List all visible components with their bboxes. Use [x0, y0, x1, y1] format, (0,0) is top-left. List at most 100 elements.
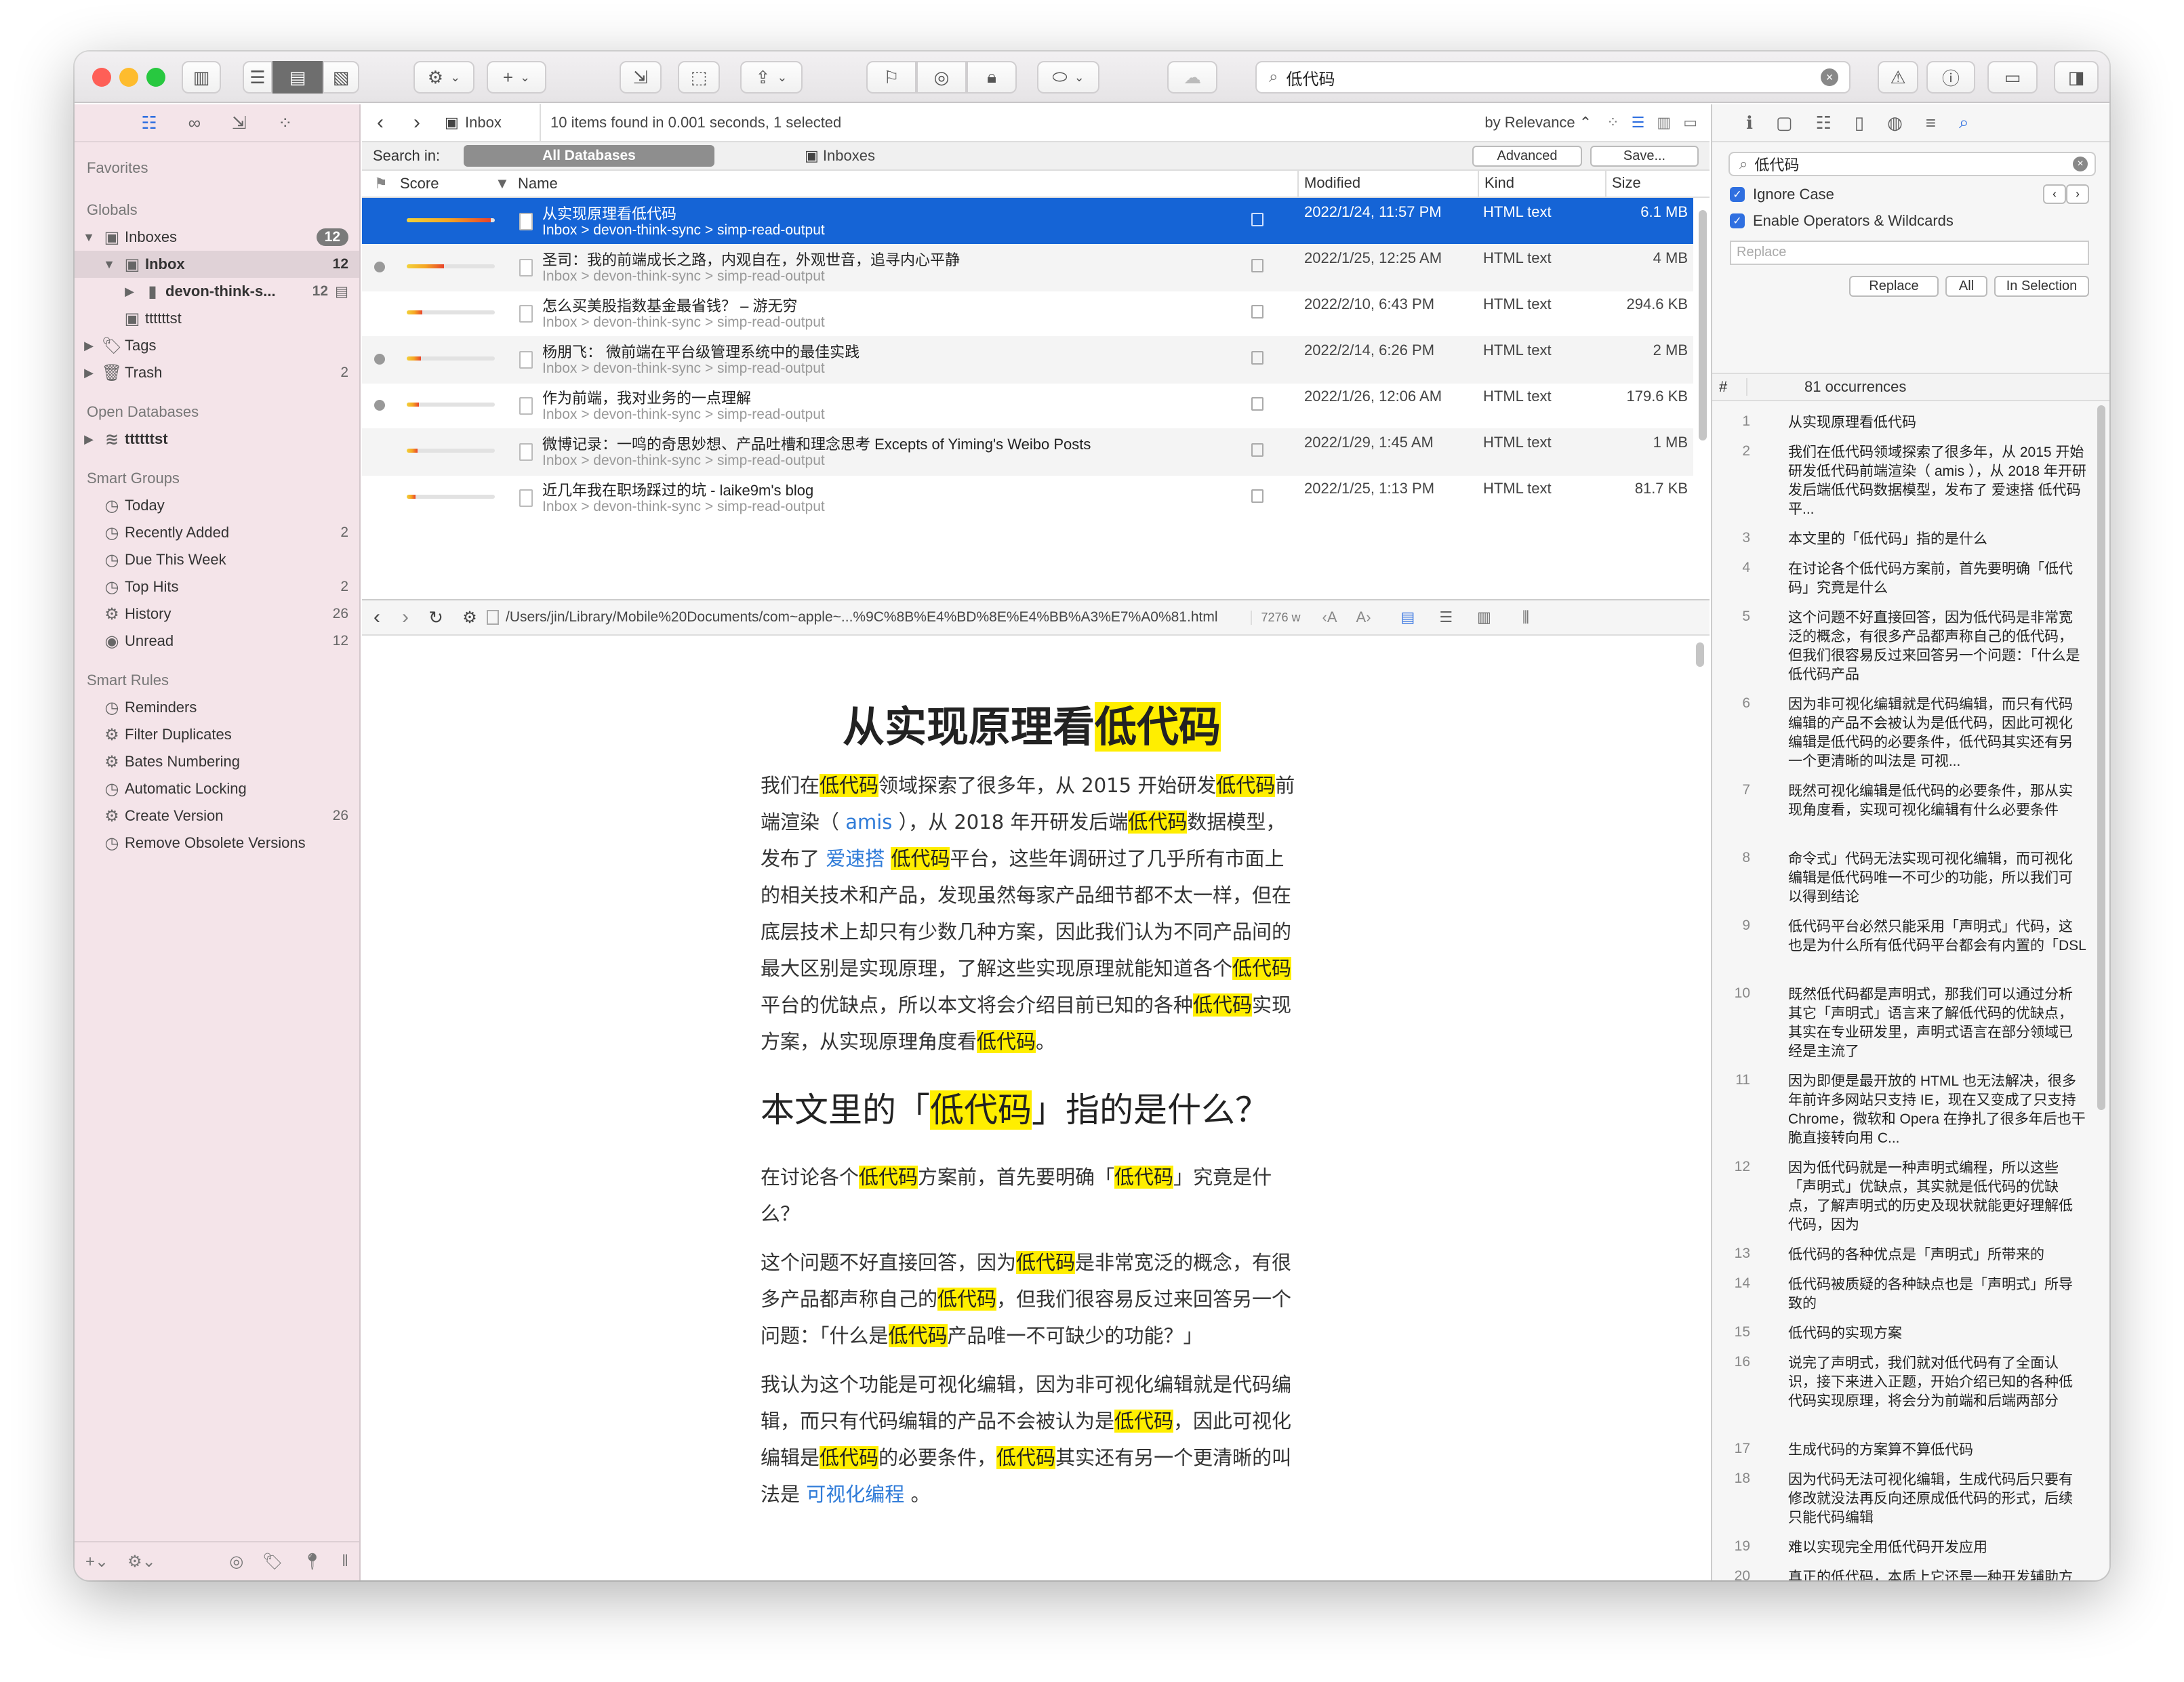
list-view-icon[interactable]: ☰: [1632, 114, 1645, 131]
inspector-toggle-button[interactable]: ◨: [2054, 61, 2099, 94]
column-name[interactable]: Name: [518, 175, 558, 192]
sort-menu[interactable]: by Relevance ⌃: [1484, 114, 1592, 131]
sidebar-item-recently-added[interactable]: ◷ Recently Added 2: [75, 519, 359, 546]
occurrence-item[interactable]: 10 既然低代码都是声明式，那我们可以通过分析其它「声明式」语言来了解低代码的优缺…: [1712, 985, 2099, 1061]
occurrence-item[interactable]: 20 真正的低代码，本质上它还是一种开发辅助方式，一种高级点的脚手架工具，和大部分…: [1712, 1568, 2099, 1580]
occurrence-item[interactable]: 11 因为即便是最开放的 HTML 也无法解决，很多年前许多网站只支持 IE，现在…: [1712, 1072, 2099, 1148]
occurrence-item[interactable]: 18 因为代码无法可视化编辑，生成代码后只要有修改就没法再反向还原成低代码的形式，…: [1712, 1471, 2099, 1527]
forward-icon[interactable]: ›: [392, 606, 419, 629]
zoom-window-button[interactable]: [146, 68, 165, 87]
occurrence-item[interactable]: 4 在讨论各个低代码方案前，首先要明确「低代码」究竟是什么: [1712, 560, 2099, 598]
occurrence-item[interactable]: 8 命令式」代码无法实现可视化编辑，而可视化编辑是低代码唯一不可少的功能，所以我们…: [1712, 850, 2099, 907]
minimize-window-button[interactable]: [119, 68, 138, 87]
share-button[interactable]: ⇪ ⌄: [740, 61, 803, 94]
occurrence-item[interactable]: 1 从实现原理看低代码: [1712, 413, 2099, 432]
info-icon[interactable]: ℹ: [1746, 112, 1753, 134]
search-icon[interactable]: ⌕: [1959, 112, 1969, 134]
occurrence-item[interactable]: 19 难以实现完全用低代码开发应用: [1712, 1538, 2099, 1557]
sidebar-item-unread[interactable]: ◉ Unread 12: [75, 628, 359, 655]
replace-field[interactable]: Replace: [1730, 241, 2089, 265]
more-icon[interactable]: ⁘: [278, 112, 293, 134]
occurrence-item[interactable]: 9 低代码平台必然只能采用「声明式」代码，这也是为什么所有低代码平台都会有内置的「…: [1712, 918, 2099, 975]
occurrence-item[interactable]: 12 因为低代码就是一种声明式编程，所以这些「声明式」优缺点，其实就是低代码的优缺…: [1712, 1159, 2099, 1235]
replace-in-selection-button[interactable]: In Selection: [1994, 276, 2089, 297]
import-tray-icon[interactable]: ⇲: [232, 112, 247, 134]
operators-checkbox[interactable]: ✓ Enable Operators & Wildcards: [1730, 212, 2109, 230]
document-search-field[interactable]: ⌕ 低代码 ×: [1728, 152, 2096, 176]
scope-all-databases[interactable]: All Databases: [464, 145, 714, 167]
reading-glasses-icon[interactable]: ∞: [188, 112, 201, 134]
clear-search-icon[interactable]: ×: [2073, 157, 2088, 171]
sidebar-item-devon-think-sync[interactable]: ▶ ▮ devon-think-s... 12 ▤: [75, 278, 359, 305]
sync-button[interactable]: ☁: [1167, 61, 1217, 94]
table-row[interactable]: 杨朋飞： 微前端在平台级管理系统中的最佳实践 Inbox > devon-thin…: [362, 336, 1693, 384]
back-icon[interactable]: ‹: [362, 111, 399, 134]
sidebar-item-create-version[interactable]: ⚙ Create Version 26: [75, 802, 359, 829]
occurrence-item[interactable]: 6 因为非可视化编辑就是代码编辑，而只有代码编辑的产品不会被认为是低代码，因此可视…: [1712, 695, 2099, 771]
occurrence-item[interactable]: 14 低代码被质疑的各种缺点也是「声明式」所导致的: [1712, 1275, 2099, 1313]
flag-column-icon[interactable]: ⚑: [374, 175, 388, 192]
mark-icon[interactable]: ◎: [229, 1552, 243, 1572]
table-row[interactable]: 从实现原理看低代码 Inbox > devon-think-sync > simp…: [362, 198, 1693, 245]
disclosure-open-icon[interactable]: ▼: [99, 258, 119, 272]
label-button[interactable]: ⬭ ⌄: [1037, 61, 1099, 94]
back-icon[interactable]: ‹: [362, 606, 392, 629]
occurrence-item[interactable]: 3 本文里的「低代码」指的是什么: [1712, 530, 2099, 549]
disclosure-open-icon[interactable]: ▼: [79, 230, 99, 245]
advanced-button[interactable]: Advanced: [1472, 145, 1582, 167]
sidebar-item-ttttttst-inbox[interactable]: ▣ ttttttst: [75, 305, 359, 332]
scope-inboxes[interactable]: ▣ Inboxes: [714, 147, 965, 165]
sidebar-item-reminders[interactable]: ◷ Reminders: [75, 694, 359, 721]
sidebar-item-inbox[interactable]: ▼ ▣ Inbox 12: [75, 251, 359, 278]
next-icon[interactable]: ›: [2066, 184, 2089, 204]
reader-view-icon[interactable]: ▤: [1401, 609, 1415, 626]
concordance-icon[interactable]: ◍: [1887, 112, 1903, 134]
two-page-icon[interactable]: ▥: [1477, 609, 1491, 626]
occurrence-item[interactable]: 16 说完了声明式，我们就对低代码有了全面认识，接下来进入正题，开始介绍已知的各种…: [1712, 1354, 2099, 1430]
sidebar-item-trash[interactable]: ▶ 🗑︎ Trash 2: [75, 359, 359, 386]
table-row[interactable]: 圣司：我的前端成长之路，内观自在，外观世音，追寻内心平静 Inbox > devo…: [362, 244, 1693, 291]
disclosure-closed-icon[interactable]: ▶: [119, 285, 140, 299]
close-window-button[interactable]: [92, 68, 111, 87]
column-view-icon[interactable]: ▥: [1657, 114, 1671, 131]
new-item-button[interactable]: + ⌄: [487, 61, 546, 94]
sidebar-item-bates-numbering[interactable]: ⚙ Bates Numbering: [75, 748, 359, 775]
disclosure-closed-icon[interactable]: ▶: [79, 339, 99, 353]
view-columns-button[interactable]: ▧: [323, 61, 359, 94]
replace-button[interactable]: Replace: [1849, 276, 1939, 297]
sidebar-toggle-button[interactable]: ▥: [182, 61, 221, 94]
outline-icon[interactable]: ☷: [1815, 112, 1831, 134]
gear-icon[interactable]: ⚙⌄: [127, 1552, 156, 1572]
gear-icon[interactable]: ⚙: [453, 608, 487, 628]
link-amis[interactable]: amis: [845, 811, 892, 834]
sidebar-item-database-ttttttst[interactable]: ▶ ≋ ttttttst: [75, 426, 359, 453]
list-scrollbar[interactable]: [1699, 210, 1707, 440]
action-menu-button[interactable]: ⚙ ⌄: [413, 61, 474, 94]
replace-all-button[interactable]: All: [1945, 276, 1987, 297]
add-icon[interactable]: +⌄: [85, 1552, 108, 1572]
tag-icon[interactable]: 🏷︎: [262, 1552, 283, 1572]
occurrence-item[interactable]: 17 生成代码的方案算不算低代码: [1712, 1441, 2099, 1460]
column-modified[interactable]: Modified: [1297, 170, 1360, 197]
occurrence-item[interactable]: 15 低代码的实现方案: [1712, 1324, 2099, 1343]
table-row[interactable]: 近几年我在职场踩过的坑 - laike9m's blog Inbox > devo…: [362, 474, 1693, 522]
warning-button[interactable]: ⚠: [1878, 61, 1918, 94]
sidebar-item-remove-obsolete-versions[interactable]: ◷ Remove Obsolete Versions: [75, 829, 359, 857]
decrease-font-icon[interactable]: ‹A: [1322, 609, 1337, 626]
document-icon[interactable]: ▯: [1855, 112, 1864, 134]
sidebar-item-automatic-locking[interactable]: ◷ Automatic Locking: [75, 775, 359, 802]
table-row[interactable]: 作为前端，我对业务的一点理解 Inbox > devon-think-sync >…: [362, 382, 1693, 430]
previous-icon[interactable]: ‹: [2043, 184, 2066, 204]
occurrence-item[interactable]: 13 低代码的各种优点是「声明式」所带来的: [1712, 1246, 2099, 1265]
text-icon[interactable]: ≡: [1926, 112, 1936, 134]
link-visual-programming[interactable]: 可视化编程: [806, 1483, 904, 1506]
resize-handle-icon[interactable]: ‖: [342, 1552, 348, 1571]
table-row[interactable]: 怎么买美股指数基金最省钱？ – 游无穷 Inbox > devon-think-s…: [362, 290, 1693, 337]
layout-button[interactable]: ▭: [1987, 61, 2038, 94]
table-row[interactable]: 微博记录：一鸣的奇思妙想、产品吐槽和理念思考 Excepts of Yiming…: [362, 428, 1693, 476]
import-button[interactable]: ⇲: [620, 61, 662, 94]
ignore-case-checkbox[interactable]: ✓ Ignore Case ‹ ›: [1730, 184, 2109, 204]
icon-view-icon[interactable]: ⁘: [1606, 114, 1619, 131]
column-layout-icon[interactable]: ⫼: [1522, 609, 1529, 626]
occurrence-item[interactable]: 7 既然可视化编辑是低代码的必要条件，那从实现角度看，实现可视化编辑有什么必要条件: [1712, 782, 2099, 839]
